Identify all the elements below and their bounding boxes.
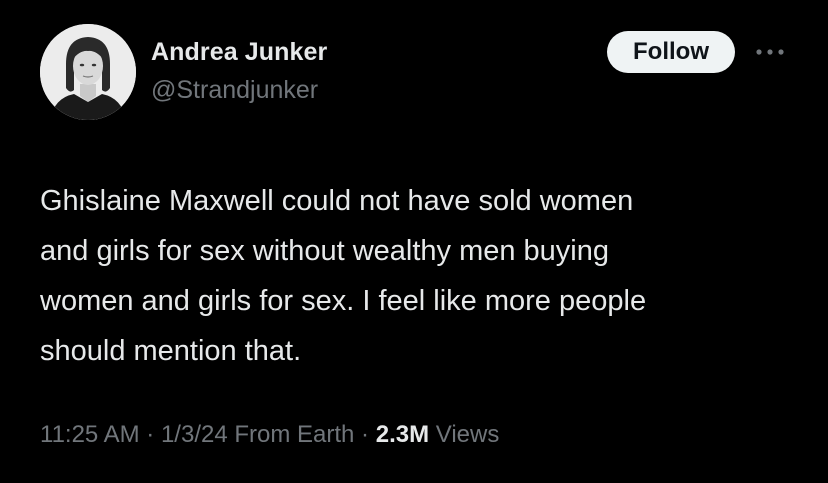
tweet-time[interactable]: 11:25 AM — [40, 421, 140, 448]
views-label[interactable]: Views — [436, 421, 500, 448]
tweet-date[interactable]: 1/3/24 — [161, 421, 228, 448]
profile-photo-icon — [40, 24, 136, 120]
tweet-card: Andrea Junker @Strandjunker Follow Ghisl… — [0, 0, 828, 483]
author-handle[interactable]: @Strandjunker — [151, 76, 318, 105]
tweet-text: Ghislaine Maxwell could not have sold wo… — [40, 185, 647, 367]
author-display-name[interactable]: Andrea Junker — [151, 38, 327, 67]
meta-separator: · — [139, 421, 161, 448]
meta-separator: · — [354, 421, 376, 448]
tweet-meta: 11:25 AM · 1/3/24 From Earth · 2.3M View… — [40, 421, 499, 449]
author-avatar[interactable] — [40, 24, 136, 120]
more-horizontal-icon[interactable] — [752, 40, 788, 64]
tweet-location: From Earth — [234, 421, 355, 448]
follow-button[interactable]: Follow — [607, 31, 735, 73]
more-dots-icon — [756, 49, 784, 55]
views-count[interactable]: 2.3M — [376, 421, 429, 448]
